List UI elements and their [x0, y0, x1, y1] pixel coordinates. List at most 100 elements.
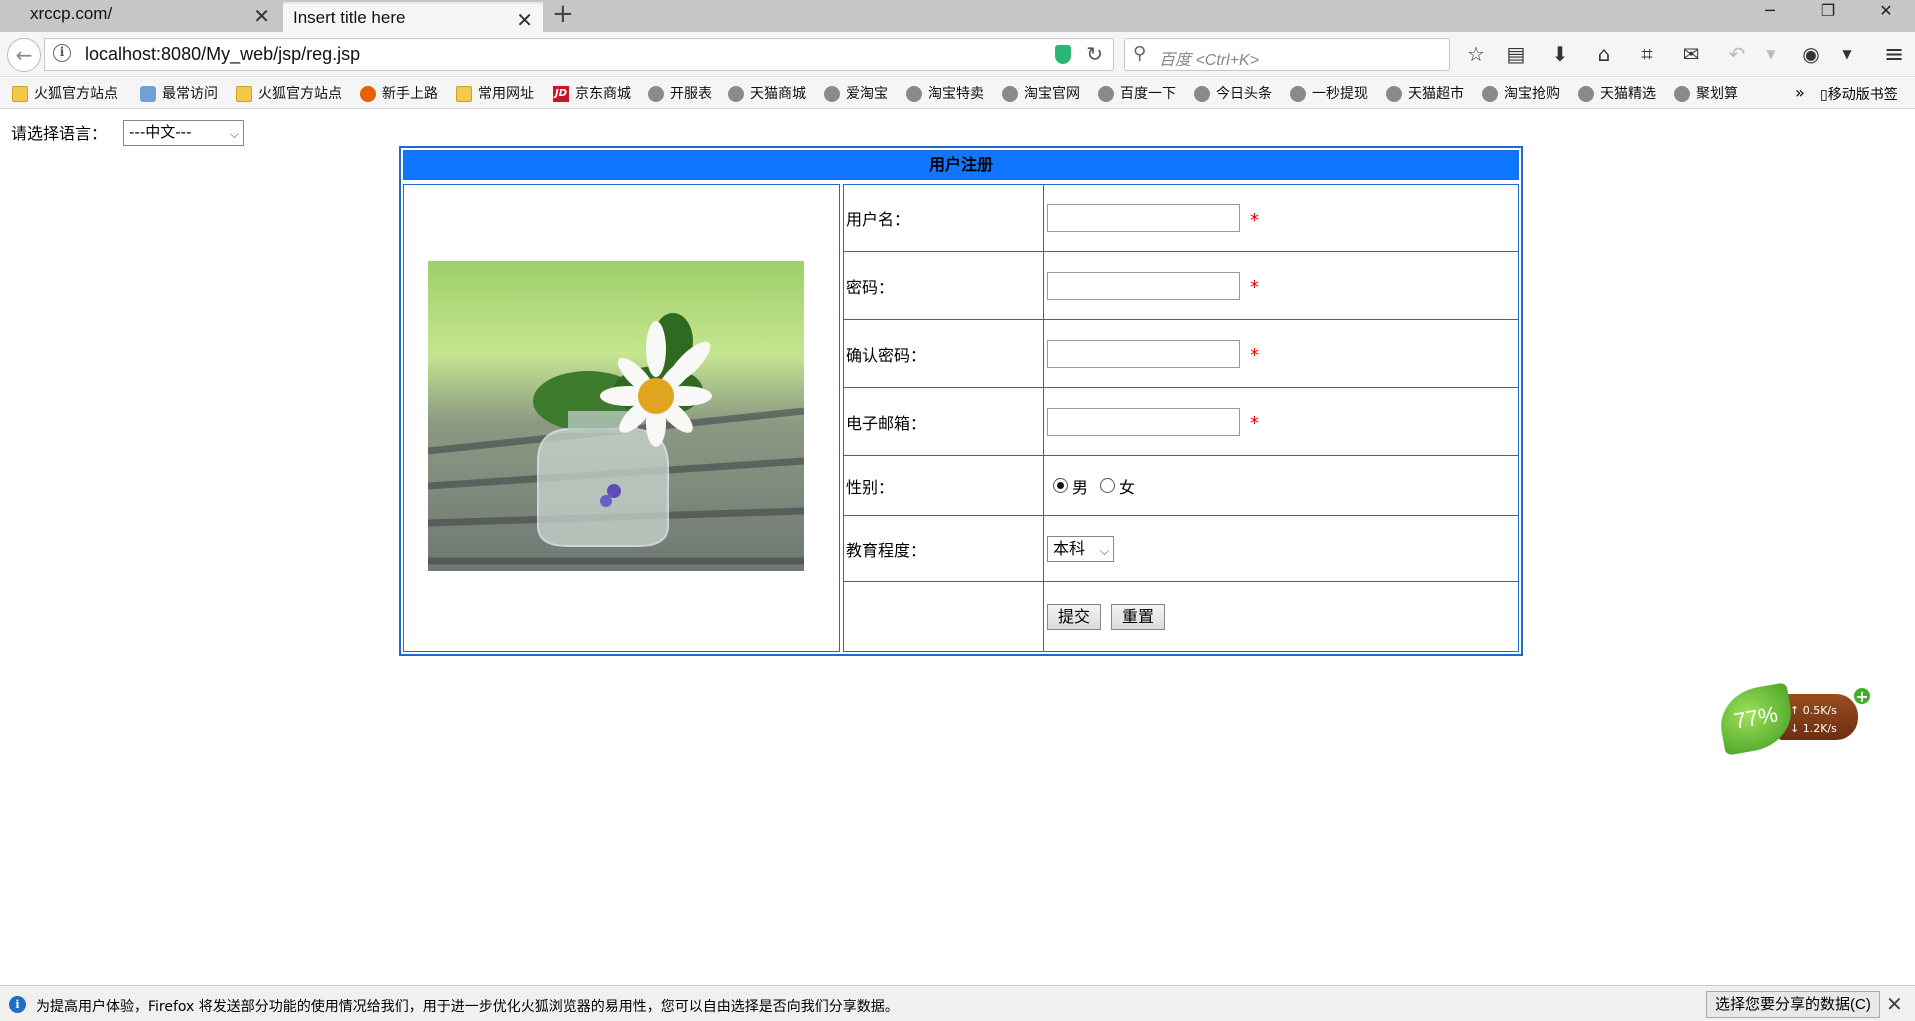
plus-icon[interactable]: +	[1852, 686, 1872, 706]
language-select[interactable]: ---中文--- ⌵	[123, 120, 244, 146]
bookmark-item[interactable]: 百度一下	[1098, 84, 1176, 104]
bookmark-item[interactable]: 淘宝官网	[1002, 84, 1080, 104]
close-tab-icon[interactable]: ✕	[253, 3, 270, 31]
chevron-down-icon[interactable]: ▼	[1757, 41, 1785, 69]
username-input[interactable]	[1047, 204, 1240, 232]
gender-female-label[interactable]: 女	[1119, 474, 1135, 498]
username-value-cell: *	[1046, 185, 1518, 251]
gender-male-radio[interactable]	[1053, 478, 1068, 493]
menu-icon[interactable]: ≡	[1880, 41, 1908, 69]
mobile-bookmarks[interactable]: ▯移动版书签	[1820, 84, 1898, 104]
back-button[interactable]: ←	[7, 38, 41, 72]
search-placeholder: 百度 <Ctrl+K>	[1159, 52, 1260, 69]
gender-male-label[interactable]: 男	[1072, 474, 1088, 498]
shield-icon[interactable]	[1055, 45, 1071, 64]
tab-xrccp[interactable]: xrccp.com/ ✕	[0, 0, 280, 32]
globe-icon	[1482, 86, 1498, 102]
bookmark-item[interactable]: 火狐官方站点	[236, 84, 342, 104]
bookmark-item[interactable]: 爱淘宝	[824, 84, 888, 104]
bookmark-item[interactable]: 新手上路	[360, 84, 438, 104]
bookmark-item[interactable]: 天猫商城	[728, 84, 806, 104]
close-notification-icon[interactable]: ✕	[1886, 992, 1903, 1016]
bookmark-item[interactable]: 今日头条	[1194, 84, 1272, 104]
bookmark-item[interactable]: 天猫精选	[1578, 84, 1656, 104]
notification-text: 为提高用户体验，Firefox 将发送部分功能的使用情况给我们，用于进一步优化火…	[36, 999, 899, 1015]
email-input[interactable]	[1047, 407, 1240, 436]
address-bar[interactable]: i localhost:8080/My_web/jsp/reg.jsp ↻	[44, 38, 1114, 71]
bookmark-label: 天猫精选	[1600, 86, 1656, 102]
mobile-bookmarks-label: 移动版书签	[1827, 87, 1898, 103]
new-tab-button[interactable]: +	[552, 0, 574, 28]
private-mask-icon[interactable]: ◉	[1797, 41, 1825, 69]
bookmark-item[interactable]: 最常访问	[140, 84, 218, 104]
password-row: 密码： *	[843, 251, 1519, 320]
download-speed: ↓ 1.2K/s	[1790, 722, 1837, 735]
window-controls: ─ ❐ ✕	[1741, 0, 1915, 32]
home-icon[interactable]: ⌂	[1590, 41, 1618, 69]
bookmark-star-icon[interactable]: ☆	[1462, 41, 1490, 69]
gender-female-radio[interactable]	[1100, 478, 1116, 493]
network-speed-widget[interactable]: ↑ 0.5K/s ↓ 1.2K/s 77% +	[1715, 680, 1872, 756]
buttons-cell: 提交 重置	[1046, 582, 1518, 651]
language-selected-value: ---中文---	[129, 123, 192, 141]
jd-icon: JD	[553, 86, 569, 102]
site-info-icon[interactable]: i	[53, 44, 71, 62]
daisy-jar-photo	[428, 261, 804, 571]
confirm-password-input[interactable]	[1047, 339, 1240, 368]
bookmark-label: 火狐官方站点	[258, 86, 342, 102]
search-icon: ⚲	[1133, 43, 1147, 64]
chevron-down-icon: ⌵	[229, 127, 239, 141]
tab-strip: xrccp.com/ ✕ Insert title here ✕ + ─ ❐ ✕	[0, 0, 1915, 32]
required-marker: *	[1250, 345, 1259, 366]
reading-list-icon[interactable]: ▤	[1502, 41, 1530, 69]
bookmark-item[interactable]: 火狐官方站点	[12, 84, 118, 104]
chevron-down-icon: ⌵	[1099, 543, 1109, 558]
bookmark-item[interactable]: 淘宝抢购	[1482, 84, 1560, 104]
bookmark-label: 淘宝官网	[1024, 86, 1080, 102]
bookmark-item[interactable]: 淘宝特卖	[906, 84, 984, 104]
share-data-button[interactable]: 选择您要分享的数据(C)	[1706, 991, 1880, 1018]
close-tab-icon[interactable]: ✕	[516, 7, 533, 35]
globe-icon	[728, 86, 744, 102]
bookmark-item[interactable]: 一秒提现	[1290, 84, 1368, 104]
more-bookmarks-chevron-icon[interactable]: »	[1795, 83, 1805, 102]
search-box[interactable]: ⚲ 百度 <Ctrl+K>	[1124, 38, 1450, 71]
submit-button[interactable]: 提交	[1047, 603, 1102, 630]
window-close-icon[interactable]: ✕	[1857, 0, 1915, 22]
bookmark-label: 最常访问	[162, 86, 218, 102]
username-row: 用户名： *	[843, 184, 1519, 252]
reset-button[interactable]: 重置	[1111, 603, 1166, 630]
tab-title: xrccp.com/	[30, 4, 113, 23]
bookmark-item[interactable]: 开服表	[648, 84, 712, 104]
gender-row: 性别： 男 女	[843, 455, 1519, 516]
chat-icon[interactable]: ✉	[1677, 41, 1705, 69]
password-input[interactable]	[1047, 271, 1240, 300]
confirm-password-label: 确认密码：	[844, 320, 1044, 387]
undo-icon[interactable]: ↶	[1723, 41, 1751, 69]
education-selected-value: 本科	[1053, 538, 1086, 558]
chevron-down-icon[interactable]: ▼	[1833, 41, 1861, 69]
globe-icon	[906, 86, 922, 102]
crop-icon[interactable]: ⌗	[1633, 41, 1661, 69]
restore-icon[interactable]: ❐	[1799, 0, 1857, 22]
education-label: 教育程度：	[844, 516, 1044, 581]
bookmark-item[interactable]: 聚划算	[1674, 84, 1738, 104]
bookmark-label: 爱淘宝	[846, 86, 888, 102]
bookmark-item[interactable]: 常用网址	[456, 84, 534, 104]
minimize-icon[interactable]: ─	[1741, 0, 1799, 22]
bookmark-item[interactable]: 天猫超市	[1386, 84, 1464, 104]
browser-chrome: xrccp.com/ ✕ Insert title here ✕ + ─ ❐ ✕ ←…	[0, 0, 1915, 110]
email-label: 电子邮箱：	[844, 388, 1044, 455]
bookmark-label: 常用网址	[478, 86, 534, 102]
download-icon[interactable]: ⬇	[1546, 41, 1574, 69]
upload-speed-value: 0.5K/s	[1802, 704, 1837, 717]
education-select[interactable]: 本科 ⌵	[1047, 535, 1114, 562]
reload-icon[interactable]: ↻	[1086, 42, 1103, 66]
globe-icon	[1002, 86, 1018, 102]
bookmark-item[interactable]: JD 京东商城	[553, 84, 631, 104]
confirm-password-value-cell: *	[1046, 320, 1518, 387]
url-text[interactable]: localhost:8080/My_web/jsp/reg.jsp	[85, 44, 360, 65]
tab-insert-title[interactable]: Insert title here ✕	[283, 2, 543, 32]
globe-icon	[824, 86, 840, 102]
folder-icon	[236, 86, 252, 102]
